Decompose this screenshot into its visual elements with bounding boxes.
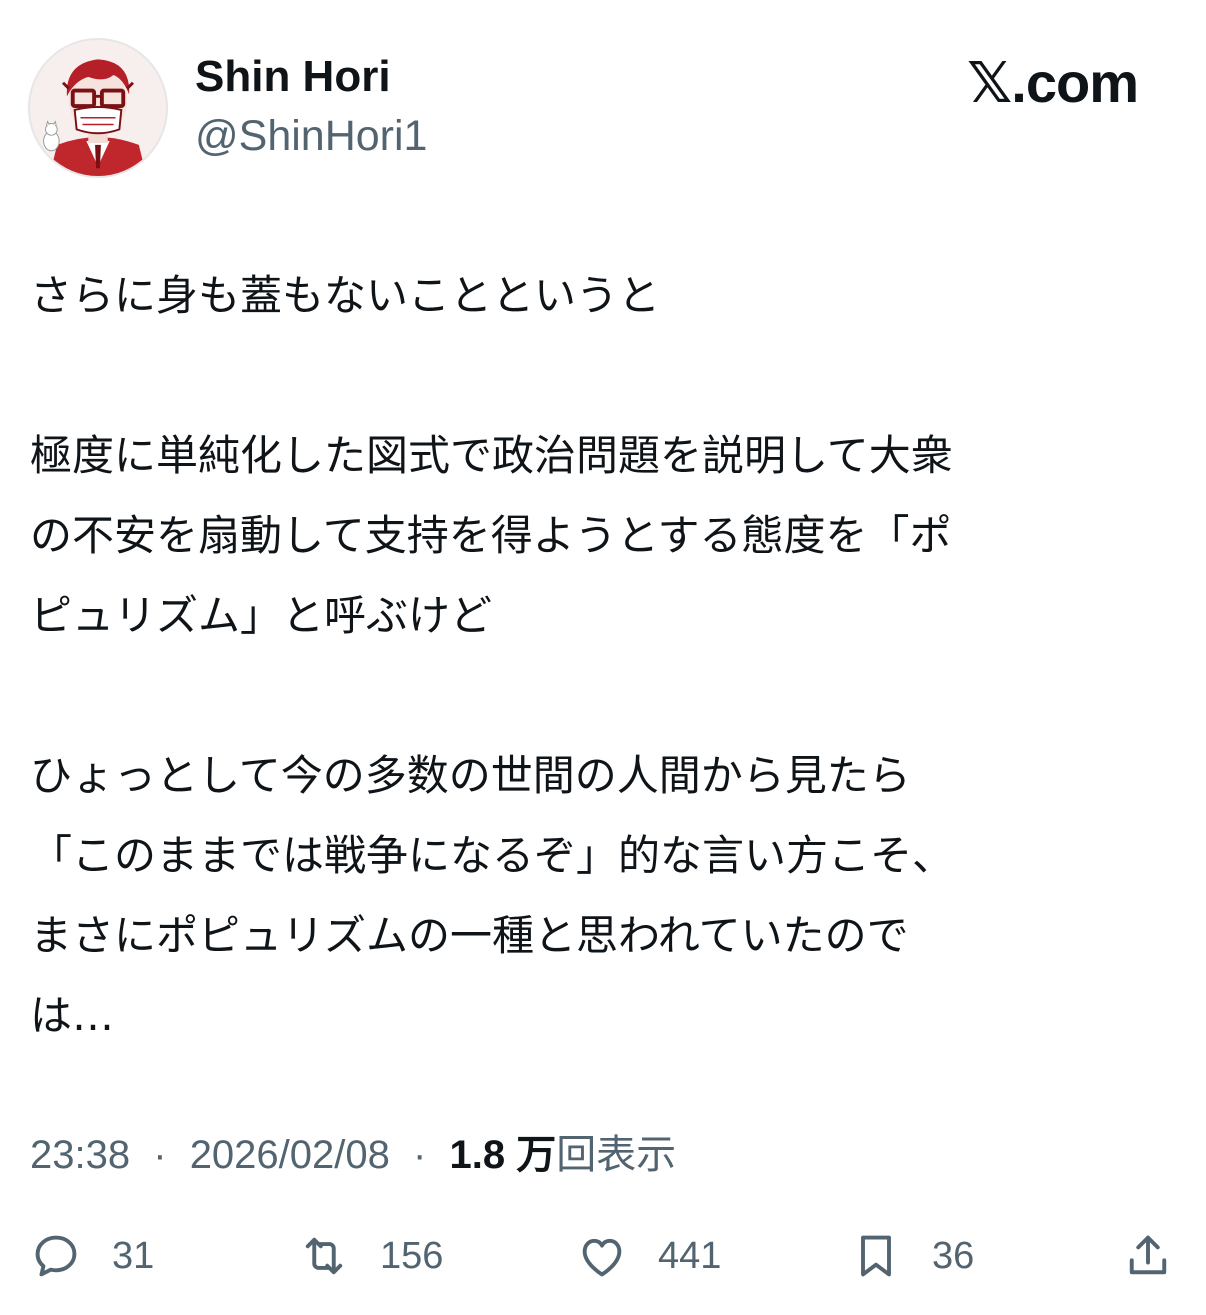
tweet-meta: 23:38 · 2026/02/08 · 1.8 万回表示 bbox=[30, 1122, 676, 1180]
bookmark-count: 36 bbox=[932, 1234, 975, 1277]
repost-icon bbox=[305, 1237, 343, 1275]
bookmark-button[interactable]: 36 bbox=[850, 1220, 974, 1292]
tweet-line: ひょっとして今の多数の世間の人間から見たら bbox=[30, 751, 911, 800]
avatar[interactable] bbox=[28, 38, 168, 178]
tweet-line: 「このままでは戦争になるぞ」的な言い方こそ、 bbox=[30, 831, 955, 880]
tweet-paragraph: ひょっとして今の多数の世間の人間から見たら 「このままでは戦争になるぞ」的な言い… bbox=[30, 736, 1160, 1056]
meta-separator: · bbox=[153, 1133, 167, 1177]
reply-icon bbox=[35, 1235, 77, 1277]
tweet-line: は… bbox=[30, 991, 115, 1040]
tweet-date[interactable]: 2026/02/08 bbox=[190, 1133, 390, 1177]
action-bar: 31 156 441 36 bbox=[0, 1220, 1206, 1300]
author-handle[interactable]: @ShinHori1 bbox=[195, 112, 427, 161]
share-icon bbox=[1129, 1235, 1167, 1275]
tweet-time[interactable]: 23:38 bbox=[30, 1133, 130, 1177]
like-count: 441 bbox=[658, 1234, 722, 1277]
avatar-illustration-icon bbox=[30, 40, 166, 176]
tweet-paragraph: 極度に単純化した図式で政治問題を説明して大衆 の不安を扇動して支持を得ようとする… bbox=[30, 416, 1160, 656]
share-button[interactable] bbox=[1122, 1220, 1174, 1292]
tweet-line: ピュリズム」と呼ぶけど bbox=[30, 591, 493, 640]
tweet-line: 極度に単純化した図式で政治問題を説明して大衆 bbox=[30, 431, 953, 480]
views-count: 1.8 万 bbox=[449, 1133, 557, 1177]
like-button[interactable]: 441 bbox=[576, 1220, 721, 1292]
x-logo[interactable]: 𝕏.com bbox=[967, 50, 1139, 116]
reply-count: 31 bbox=[112, 1234, 155, 1277]
meta-separator: · bbox=[413, 1133, 427, 1177]
author-display-name[interactable]: Shin Hori bbox=[195, 52, 391, 102]
heart-icon bbox=[582, 1238, 622, 1277]
repost-button[interactable]: 156 bbox=[298, 1220, 443, 1292]
views-label: 回表示 bbox=[556, 1133, 677, 1177]
tweet-line: さらに身も蓋もないことというと bbox=[30, 271, 661, 320]
tweet-text: さらに身も蓋もないことというと 極度に単純化した図式で政治問題を説明して大衆 の… bbox=[30, 256, 1160, 1056]
tweet-line: まさにポピュリズムの一種と思われていたので bbox=[30, 911, 909, 960]
bookmark-icon bbox=[861, 1235, 891, 1277]
reply-button[interactable]: 31 bbox=[30, 1220, 154, 1292]
tweet-line: の不安を扇動して支持を得ようとする態度を「ポ bbox=[30, 511, 952, 560]
tweet-paragraph: さらに身も蓋もないことというと bbox=[30, 256, 1160, 336]
repost-count: 156 bbox=[380, 1234, 444, 1277]
